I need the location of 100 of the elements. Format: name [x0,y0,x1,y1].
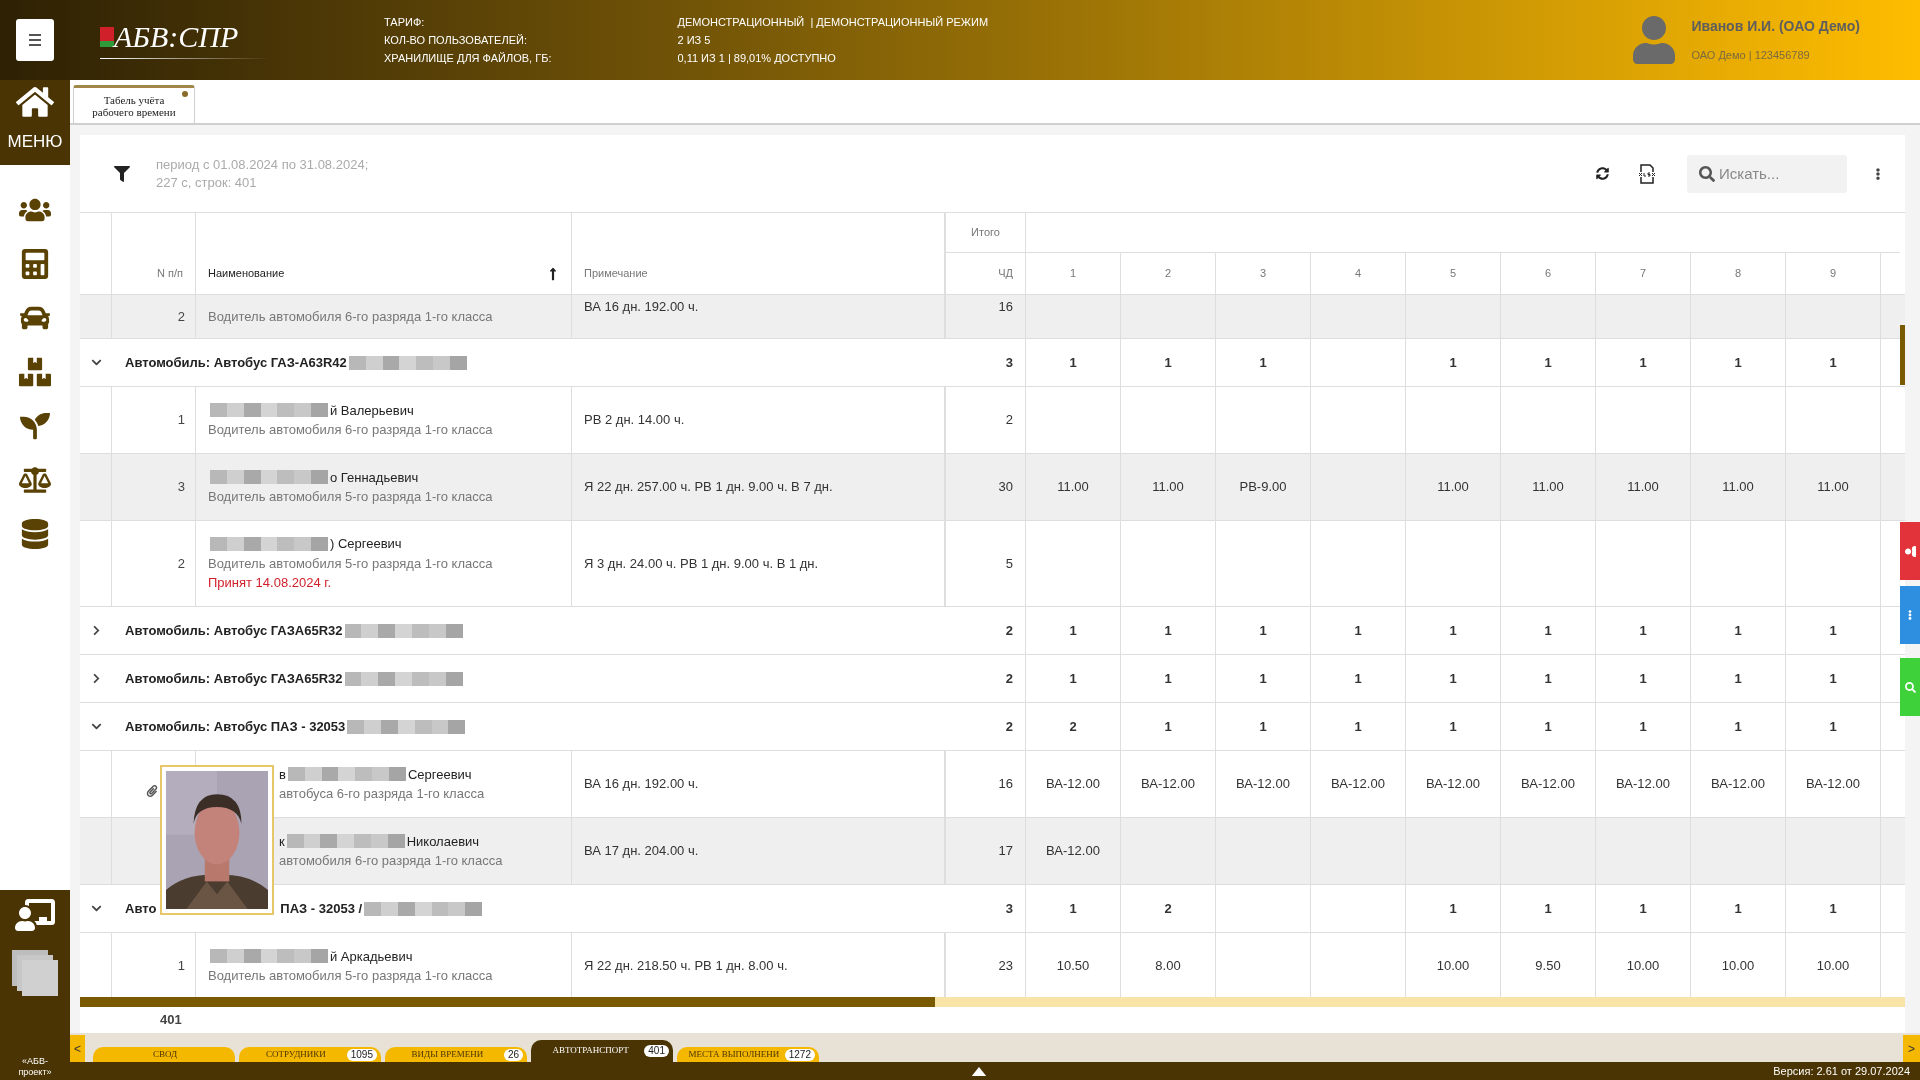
filter-summary: период с 01.08.2024 по 31.08.2024; [156,155,369,174]
column-header: 2 [1164,266,1172,282]
person-name: в [279,765,286,784]
table-cell-text: 1 [1449,353,1457,372]
table-cell-text: 2 [1005,717,1013,736]
table-cell-text: ВА-12.00 [1521,775,1575,794]
position-text: Водитель автомобиля 5-го разряда 1-го класса [208,488,494,506]
info-label: ТАРИФ: [384,16,426,28]
search-field[interactable]: Искать... [1687,154,1847,193]
table-cell-text: РВ-9.00 [1239,478,1287,497]
table-cell-text: 1 [1734,669,1742,688]
table-cell-text: 1 [1164,717,1172,736]
home-icon[interactable] [16,85,54,119]
note-text: Я 22 дн. 257.00 ч. РВ 1 дн. 9.00 ч. В 7 дн. [584,478,833,497]
table-cell-text: 1 [1069,669,1077,688]
table-cell-text: 1 [1544,669,1552,688]
expand-up-icon[interactable] [971,1066,987,1076]
table-cell-text: 1 [1164,669,1172,688]
column-header[interactable]: Наименование [208,265,285,282]
document-tab[interactable]: Табель учёта рабочего времени [73,85,195,123]
scrollbar-thumb[interactable] [1900,325,1905,385]
xlsx-export-icon[interactable] [1637,163,1657,184]
table-cell-text: 11.00 [1152,478,1184,497]
chevron-down-icon[interactable] [90,903,102,914]
table-cell-text: 1 [1544,353,1552,372]
table-cell-text: 9.50 [1535,957,1561,976]
filter-icon[interactable] [114,165,130,182]
table-cell-text: 1 [1734,353,1742,372]
sheet-tab[interactable]: СВОД [93,1047,235,1062]
table-cell-text: ВА-12.00 [1046,775,1100,794]
position-text: Водитель автомобиля 5-го разряда 1-го класса [208,967,494,985]
count-badge: 1095 [346,1048,377,1061]
note-text: РВ 2 дн. 14.00 ч. [584,411,685,430]
table-cell-text: 16 [998,775,1013,794]
chevron-down-icon[interactable] [90,721,102,732]
filter-summary: 227 с, строк: 401 [156,173,258,192]
search-icon [1904,681,1916,693]
user-side-button[interactable] [1900,522,1920,580]
user-avatar-icon[interactable] [1631,16,1678,64]
column-header: 3 [1259,266,1267,282]
calculator-icon[interactable] [19,249,51,279]
boxes-icon[interactable] [19,357,51,387]
row-count: 401 [160,1011,182,1030]
sheet-tab[interactable]: ВИДЫ ВРЕМЕНИ 26 [385,1047,527,1062]
table-cell-text: 30 [998,478,1013,497]
pages-icon[interactable] [12,950,58,996]
group-label: Автомобиль: Автобус ПАЗ - 32053 [125,717,346,736]
table-cell-text: 1 [1829,899,1837,918]
table-cell-text: ВА-12.00 [1711,775,1765,794]
sheet-tab[interactable]: АВТОТРАНСПОРТ 401 [531,1040,673,1062]
chevron-down-icon[interactable] [90,357,102,368]
refresh-icon[interactable] [1596,167,1609,180]
table-cell-text: 2 [1164,899,1172,918]
person-name: й Валерьевич [330,401,414,420]
person-name: Николаевич [406,832,480,851]
presentation-icon[interactable] [15,898,55,932]
table-cell-text: 1 [1164,621,1172,640]
scales-icon[interactable] [19,465,51,495]
group-label: Автомобиль: Автобус ГАЗА65R32 [125,621,343,640]
info-label: КОЛ-ВО ПОЛЬЗОВАТЕЛЕЙ: [384,34,528,46]
table-cell-text: 1 [1354,621,1362,640]
table-cell-text: 1 [1544,717,1552,736]
menu-label[interactable]: МЕНЮ [7,129,63,155]
position-text: Водитель автомобиля 6-го разряда 1-го класса [208,421,494,439]
table-cell-text: 8.00 [1155,957,1181,976]
sort-arrow-icon[interactable] [549,266,557,281]
person-name: ) Сергеевич [330,535,402,554]
database-icon[interactable] [19,519,51,549]
table-cell-text: 10.00 [1436,957,1470,976]
scrollbar-track[interactable] [80,997,1905,1007]
table-cell-text: 1 [1069,353,1077,372]
group-label: Автомобиль: Автобус ГАЗА65R32 [125,669,343,688]
scroll-left-button[interactable]: < [70,1035,85,1062]
table-cell-text: 1 [1259,717,1267,736]
seedling-icon[interactable] [19,411,51,441]
table-cell-text: 10.00 [1626,957,1660,976]
table-cell-text: 1 [1639,621,1647,640]
table-cell-text: 1 [1639,717,1647,736]
row-number: 3 [177,478,185,497]
table-cell-text: 1 [1259,669,1267,688]
table-cell-text: 2 [1005,621,1013,640]
sheet-tab[interactable]: СОТРУДНИКИ 1095 [239,1047,381,1062]
person-name: й Аркадьевич [330,947,413,966]
more-icon[interactable] [1873,167,1883,180]
table-cell-text: 11.00 [1817,478,1849,497]
hire-date: Принят 14.08.2024 г. [208,574,333,593]
table-cell-text: ВА-12.00 [1141,775,1195,794]
menu-button[interactable] [16,19,54,61]
company-label: «АБВ-проект» [17,1055,53,1078]
scroll-right-button[interactable]: > [1903,1035,1920,1062]
table-cell-text: 11.00 [1532,478,1564,497]
table-cell-text: 1 [1544,899,1552,918]
scrollbar-thumb[interactable] [80,997,935,1007]
note-text: ВА 16 дн. 192.00 ч. [584,775,699,794]
info-value: 0,11 ИЗ 1 | 89,01% ДОСТУПНО [677,52,837,64]
table-cell-text: 5 [1005,554,1013,573]
paperclip-icon[interactable] [146,785,158,797]
sheet-tab[interactable]: МЕСТА ВЫПОЛНЕНИ 1272 [677,1047,819,1062]
user-icon [1904,545,1916,557]
row-number: 1 [177,957,185,976]
